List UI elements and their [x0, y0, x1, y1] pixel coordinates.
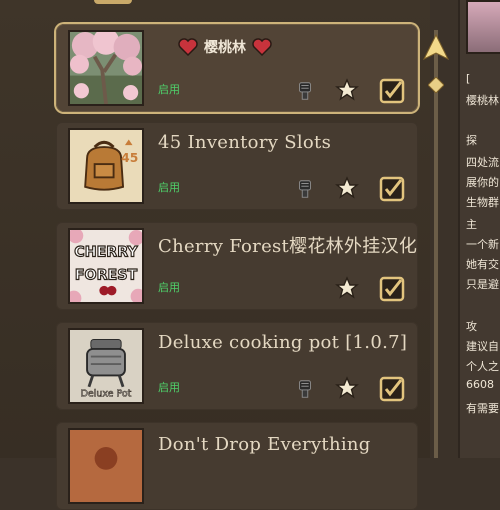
- scrollbar-track[interactable]: [434, 30, 438, 458]
- details-line: 个人之: [466, 360, 499, 373]
- details-line: 只是避: [466, 278, 499, 291]
- details-line: 展你的: [466, 176, 499, 189]
- mod-title: 樱桃林: [204, 40, 246, 56]
- favorite-star-icon[interactable]: [334, 275, 360, 301]
- favorite-star-icon[interactable]: [334, 375, 360, 401]
- details-line: 主: [466, 218, 477, 231]
- details-line: 攻: [466, 320, 477, 333]
- mod-status: 启用: [158, 281, 180, 294]
- favorite-star-icon[interactable]: [334, 77, 360, 103]
- mod-card-cherry-grove[interactable]: 樱桃林 启用: [56, 24, 418, 112]
- previous-card-edge: [94, 0, 132, 4]
- mod-status: 启用: [158, 83, 180, 96]
- mod-thumbnail: [68, 428, 144, 504]
- details-line: 樱桃林: [466, 94, 499, 107]
- favorite-star-icon[interactable]: [334, 175, 360, 201]
- details-line: 一个新: [466, 238, 499, 251]
- mod-status: 启用: [158, 181, 180, 194]
- mod-title: 45 Inventory Slots: [158, 132, 332, 153]
- config-icon[interactable]: [292, 78, 318, 104]
- mod-thumbnail: 45: [68, 128, 144, 204]
- mod-status: 启用: [158, 381, 180, 394]
- details-line: 探: [466, 134, 477, 147]
- mod-card-cherry-forest[interactable]: CHERRY FOREST Cherry Forest樱花林外挂汉化 启用: [56, 222, 418, 310]
- mod-card-deluxe-cooking-pot[interactable]: Deluxe Pot Deluxe cooking pot [1.0.7] 启用: [56, 322, 418, 410]
- details-line: 四处流: [466, 156, 499, 169]
- config-icon[interactable]: [292, 176, 318, 202]
- details-line: [: [466, 72, 471, 85]
- slot-count-badge: 45: [121, 151, 138, 165]
- mod-thumbnail: Deluxe Pot: [68, 328, 144, 404]
- mod-card-inventory-slots[interactable]: 45 45 Inventory Slots 启用: [56, 122, 418, 210]
- heart-icon: [252, 38, 272, 57]
- enabled-checkbox-icon[interactable]: [378, 375, 406, 403]
- enabled-checkbox-icon[interactable]: [378, 175, 406, 203]
- thumb-caption: CHERRY: [74, 245, 138, 261]
- thumb-caption: Deluxe Pot: [81, 388, 132, 399]
- mod-card-dont-drop-everything[interactable]: Don't Drop Everything: [56, 422, 418, 510]
- mod-thumbnail: CHERRY FOREST: [68, 228, 144, 304]
- details-line: 生物群: [466, 196, 499, 209]
- mod-details-panel: [ 樱桃林 探 四处流 展你的 生物群 主 一个新 她有交 只是避 攻 建议自 …: [458, 0, 500, 458]
- heart-icon: [178, 38, 198, 57]
- mod-list: 樱桃林 启用 45 45 Inventory Slots 启用 CHERRY F…: [0, 0, 430, 510]
- mod-title-text: Cherry Forest樱花林外挂汉化: [158, 236, 418, 257]
- config-icon[interactable]: [292, 376, 318, 402]
- scroll-thumb-icon[interactable]: [427, 76, 445, 94]
- details-line: 有需要: [466, 402, 499, 415]
- mod-title: Deluxe cooking pot [1.0.7]: [158, 332, 408, 353]
- details-line: 她有交: [466, 258, 499, 271]
- mod-thumbnail: [68, 30, 144, 106]
- details-thumbnail: [466, 0, 500, 54]
- details-line: 建议自: [466, 340, 499, 353]
- details-line: 6608: [466, 378, 494, 391]
- enabled-checkbox-icon[interactable]: [378, 275, 406, 303]
- mod-title: Cherry Forest樱花林外挂汉化: [158, 232, 417, 258]
- enabled-checkbox-icon[interactable]: [378, 77, 406, 105]
- mod-title: Don't Drop Everything: [158, 434, 371, 455]
- thumb-caption: FOREST: [75, 267, 138, 283]
- scroll-up-icon[interactable]: [421, 32, 451, 62]
